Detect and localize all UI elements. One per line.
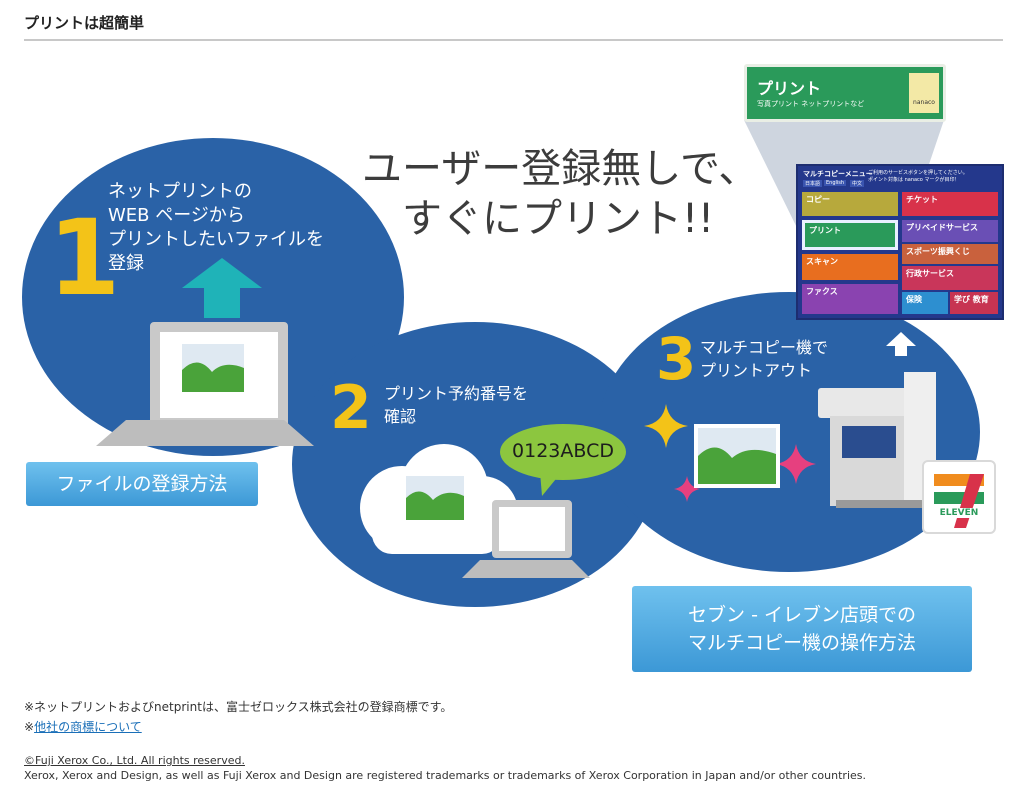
zoom-subtitle: 写真プリント ネットプリントなど (757, 100, 865, 108)
sparkle-icon (644, 404, 688, 448)
sparkle-icon (776, 444, 816, 484)
menu-tile-copy[interactable]: コピー (802, 192, 898, 216)
lang-tab[interactable]: 日本語 (803, 180, 823, 187)
menu-tile-prepaid[interactable]: プリペイドサービス (902, 220, 998, 242)
printout-image-icon (694, 424, 780, 488)
menu-tile-fax[interactable]: ファクス (802, 284, 898, 314)
menu-tile-scan[interactable]: スキャン (802, 254, 898, 280)
multicopy-menu: マルチコピーメニュー ご利用のサービスボタンを押してください。 ポイント対象は … (796, 164, 1004, 320)
step3-text: マルチコピー機で プリントアウト (700, 338, 829, 380)
lang-tab[interactable]: English (824, 180, 847, 186)
small-laptop-screen (492, 500, 572, 558)
menu-tile-sports[interactable]: スポーツ振興くじ (902, 244, 998, 264)
other-trademarks-link[interactable]: 他社の商標について (34, 720, 142, 734)
copyright-link[interactable]: ©Fuji Xerox Co., Ltd. All rights reserve… (24, 754, 245, 767)
image-icon (182, 344, 244, 392)
step2-number: 2 (330, 373, 372, 443)
headline-line1: ユーザー登録無しで、 (362, 146, 759, 192)
zoomed-print-tile: プリント 写真プリント ネットプリントなど nanaco (744, 64, 946, 122)
other-trademarks-note: ※他社の商標について (24, 720, 142, 734)
title-divider (24, 39, 1003, 41)
footer-trademark: Xerox, Xerox and Design, as well as Fuji… (24, 769, 866, 782)
menu-tile-education[interactable]: 学び 教育 (950, 292, 998, 314)
reservation-code: 0123ABCD (512, 440, 614, 462)
copyright: ©Fuji Xerox Co., Ltd. All rights reserve… (24, 754, 245, 767)
up-arrow-icon (886, 332, 916, 356)
small-laptop-base (462, 560, 590, 578)
trademark-note: ※ネットプリントおよびnetprintは、富士ゼロックス株式会社の登録商標です。 (24, 700, 453, 714)
cloud-image-icon (406, 476, 464, 520)
laptop-base (96, 420, 314, 446)
seven-eleven-howto-button[interactable]: セブン - イレブン店頭での マルチコピー機の操作方法 (632, 586, 972, 672)
menu-tile-government[interactable]: 行政サービス (902, 266, 998, 290)
lang-tab[interactable]: 中文 (850, 180, 865, 187)
menu-tile-print[interactable]: プリント (802, 220, 898, 250)
logo-text: ELEVEN (928, 508, 990, 518)
step3-number: 3 (656, 325, 697, 393)
seven-eleven-logo: ELEVEN (922, 460, 996, 534)
headline-line2: すぐにプリント!! (402, 196, 715, 242)
menu-header: マルチコピーメニュー (803, 170, 873, 178)
upload-arrow-icon (182, 258, 262, 318)
menu-tile-insurance[interactable]: 保険 (902, 292, 948, 314)
zoom-title: プリント (757, 79, 822, 98)
menu-tile-ticket[interactable]: チケット (902, 192, 998, 216)
file-registration-button[interactable]: ファイルの登録方法 (26, 462, 258, 506)
page-title: プリントは超簡単 (24, 14, 145, 32)
nanaco-badge: nanaco (909, 73, 939, 113)
